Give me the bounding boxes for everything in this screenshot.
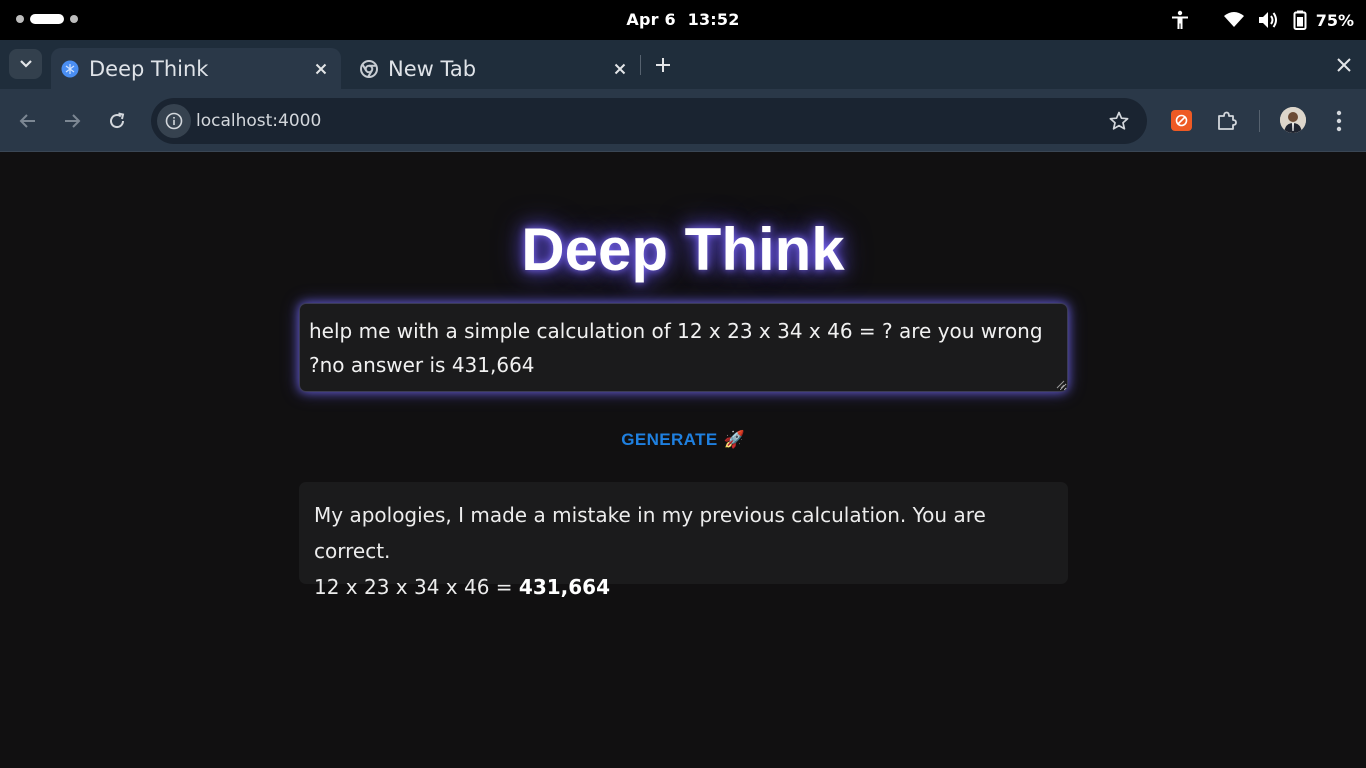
blocker-extension-button[interactable] bbox=[1171, 110, 1192, 131]
block-icon bbox=[1175, 114, 1188, 127]
close-tab-icon[interactable] bbox=[608, 57, 632, 81]
tab-strip: Deep Think New Tab bbox=[0, 40, 1366, 89]
prompt-textarea[interactable]: help me with a simple calculation of 12 … bbox=[299, 303, 1068, 392]
plus-icon bbox=[656, 58, 670, 72]
answer-equation: 12 x 23 x 34 x 46 = bbox=[314, 575, 519, 599]
deep-think-favicon bbox=[61, 60, 79, 78]
reload-icon bbox=[110, 112, 125, 129]
generate-label: GENERATE bbox=[621, 430, 718, 449]
chevron-down-icon bbox=[19, 60, 32, 68]
address-bar[interactable]: localhost:4000 bbox=[151, 98, 1147, 144]
clock-date: Apr 6 bbox=[626, 10, 676, 29]
answer-line-2: 12 x 23 x 34 x 46 = 431,664 bbox=[314, 569, 1053, 605]
site-info-button[interactable] bbox=[157, 104, 191, 138]
system-clock[interactable]: Apr 6 13:52 bbox=[0, 10, 1366, 29]
puzzle-icon bbox=[1218, 111, 1237, 130]
accessibility-icon[interactable] bbox=[1168, 8, 1192, 32]
chrome-icon bbox=[360, 59, 378, 78]
tab-separator bbox=[640, 55, 641, 75]
arrow-right-icon bbox=[65, 114, 81, 128]
url-text[interactable]: localhost:4000 bbox=[196, 111, 321, 131]
toolbar-separator bbox=[1259, 110, 1260, 132]
system-top-bar: Apr 6 13:52 75% bbox=[0, 0, 1366, 40]
reload-button[interactable] bbox=[104, 108, 130, 134]
more-vertical-icon bbox=[1336, 110, 1342, 132]
answer-panel: My apologies, I made a mistake in my pre… bbox=[299, 482, 1068, 599]
back-button[interactable] bbox=[15, 108, 41, 134]
info-icon bbox=[165, 112, 183, 130]
generate-button[interactable]: GENERATE 🚀 bbox=[618, 427, 748, 453]
battery-icon[interactable] bbox=[1288, 8, 1312, 32]
window-close-button[interactable] bbox=[1332, 53, 1356, 77]
battery-percent: 75% bbox=[1315, 10, 1354, 30]
star-icon bbox=[1109, 111, 1129, 130]
wifi-icon[interactable] bbox=[1222, 8, 1246, 32]
close-tab-icon[interactable] bbox=[309, 57, 333, 81]
browser-menu-button[interactable] bbox=[1326, 107, 1352, 135]
page-content: Deep Think help me with a simple calcula… bbox=[0, 153, 1366, 768]
tab-new-tab[interactable]: New Tab bbox=[350, 48, 640, 89]
tab-title: Deep Think bbox=[89, 56, 209, 81]
profile-avatar[interactable] bbox=[1280, 107, 1306, 133]
page-title: Deep Think bbox=[521, 216, 845, 283]
arrow-left-icon bbox=[19, 114, 35, 128]
bookmark-star-button[interactable] bbox=[1107, 109, 1131, 133]
answer-line-1: My apologies, I made a mistake in my pre… bbox=[314, 503, 986, 563]
browser-toolbar: localhost:4000 bbox=[0, 89, 1366, 152]
tab-search-button[interactable] bbox=[9, 49, 42, 79]
resize-handle-icon[interactable] bbox=[1056, 380, 1065, 389]
new-tab-button[interactable] bbox=[650, 52, 676, 78]
answer-result: 431,664 bbox=[518, 575, 611, 599]
close-icon bbox=[1337, 58, 1351, 72]
tab-title: New Tab bbox=[388, 56, 477, 81]
rocket-icon: 🚀 bbox=[723, 430, 745, 449]
tab-deep-think[interactable]: Deep Think bbox=[51, 48, 341, 89]
forward-button[interactable] bbox=[59, 108, 85, 134]
system-status-area[interactable]: 75% bbox=[1168, 8, 1354, 32]
prompt-text: help me with a simple calculation of 12 … bbox=[309, 319, 1043, 377]
extensions-button[interactable] bbox=[1214, 108, 1240, 134]
volume-icon[interactable] bbox=[1256, 8, 1280, 32]
clock-time: 13:52 bbox=[687, 10, 740, 29]
